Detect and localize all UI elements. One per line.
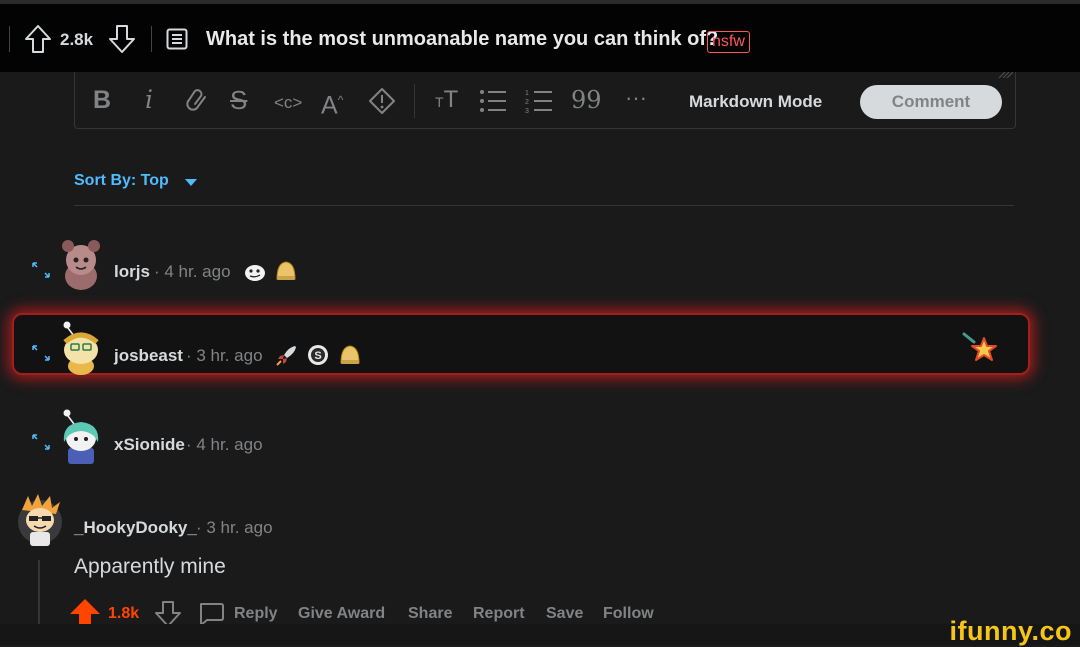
comment-body: Apparently mine	[74, 555, 226, 578]
header-divider	[9, 26, 10, 52]
quote-icon[interactable]: 99	[571, 86, 602, 114]
numbered-list-icon[interactable]: 1 2 3	[525, 89, 553, 113]
italic-icon[interactable]: i	[145, 86, 153, 114]
silver-award-icon[interactable]: S	[307, 344, 329, 366]
award-icon[interactable]	[244, 262, 266, 282]
comment-username[interactable]: lorjs	[114, 262, 150, 282]
user-avatar[interactable]	[14, 492, 66, 550]
rocket-award-icon[interactable]	[275, 343, 299, 367]
post-title[interactable]: What is the most unmoanable name you can…	[206, 28, 718, 51]
comment-score: 1.8k	[108, 605, 140, 622]
reply-bubble-icon[interactable]	[197, 602, 225, 626]
post-score: 2.8k	[60, 30, 94, 49]
expand-thread-icon[interactable]	[32, 262, 50, 278]
follow-button[interactable]: Follow	[603, 605, 654, 623]
comment-button[interactable]: Comment	[860, 85, 1002, 119]
comment-timestamp[interactable]: · 4 hr. ago	[186, 435, 263, 455]
bulleted-list-icon[interactable]	[479, 89, 507, 113]
comment-timestamp[interactable]: · 3 hr. ago	[196, 518, 273, 538]
svg-text:3: 3	[525, 108, 529, 113]
comments-divider	[74, 205, 1014, 206]
header-divider	[151, 26, 152, 52]
bottom-bar	[0, 624, 1080, 645]
svg-text:S: S	[314, 350, 321, 362]
expand-thread-icon[interactable]	[32, 345, 50, 361]
award-icon[interactable]	[338, 343, 362, 367]
more-icon[interactable]: ···	[625, 84, 647, 112]
link-icon[interactable]	[185, 88, 209, 114]
star-award-icon[interactable]	[962, 332, 998, 364]
text-post-icon	[166, 28, 188, 50]
ifunny-watermark: ifunny.co	[949, 616, 1072, 646]
spoiler-icon[interactable]	[368, 87, 396, 115]
nsfw-badge: nsfw	[707, 31, 750, 53]
resize-grip-icon[interactable]	[997, 72, 1013, 78]
reply-button[interactable]: Reply	[234, 605, 278, 623]
sort-dropdown[interactable]: Sort By: Top	[74, 172, 169, 190]
caret-down-icon[interactable]	[185, 179, 197, 187]
toolbar-divider	[414, 84, 415, 118]
heading-icon[interactable]: TT	[435, 86, 458, 116]
strikethrough-icon[interactable]: S	[230, 86, 247, 114]
comment-username[interactable]: josbeast	[114, 346, 183, 366]
markdown-mode-toggle[interactable]: Markdown Mode	[689, 92, 822, 112]
expand-thread-icon[interactable]	[32, 434, 50, 450]
downvote-arrow-icon[interactable]	[108, 24, 136, 54]
comment-username[interactable]: xSionide	[114, 435, 185, 455]
user-avatar[interactable]	[58, 408, 104, 466]
upvote-arrow-icon[interactable]	[24, 24, 52, 54]
award-icon[interactable]	[274, 259, 298, 283]
superscript-icon[interactable]: A^	[321, 86, 343, 119]
svg-text:1: 1	[525, 90, 529, 97]
bold-icon[interactable]: B	[93, 86, 111, 114]
inline-code-icon[interactable]: <c>	[274, 89, 302, 117]
comment-editor-toolbar: B i S <c> A^ TT 1 2 3 99 ··· Markdown Mode…	[74, 72, 1016, 129]
upvote-arrow-icon[interactable]	[68, 598, 102, 626]
user-avatar[interactable]	[56, 236, 106, 292]
svg-text:2: 2	[525, 99, 529, 106]
thread-line[interactable]	[38, 560, 40, 630]
save-button[interactable]: Save	[546, 605, 583, 623]
post-header-bar: 2.8k What is the most unmoanable name yo…	[0, 4, 1080, 72]
comment-timestamp[interactable]: · 3 hr. ago	[186, 346, 263, 366]
comment-username[interactable]: _HookyDooky_	[74, 518, 197, 538]
user-avatar[interactable]	[58, 320, 104, 376]
comment-timestamp[interactable]: · 4 hr. ago	[154, 262, 231, 282]
share-button[interactable]: Share	[408, 605, 452, 623]
report-button[interactable]: Report	[473, 605, 525, 623]
give-award-button[interactable]: Give Award	[298, 605, 385, 623]
